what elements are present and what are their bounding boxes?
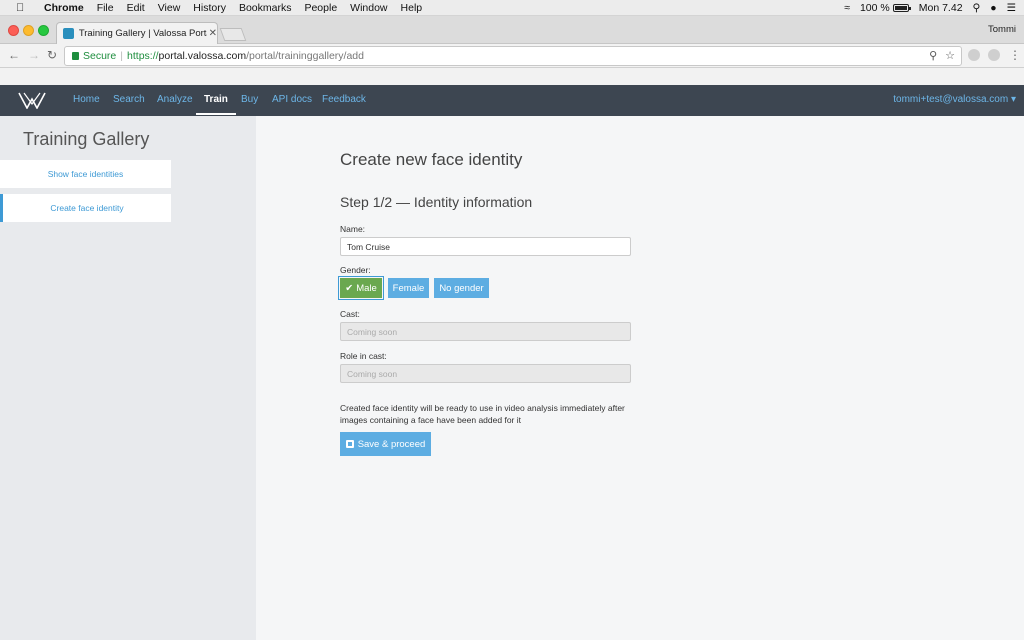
valossa-logo-icon[interactable] [18,92,46,109]
menu-help[interactable]: Help [401,2,423,14]
sidebar-item-create-face-identity[interactable]: Create face identity [0,194,171,222]
profile-button[interactable]: Tommi [988,24,1016,35]
gender-male-button[interactable]: ✔ Male [338,276,384,300]
minimize-window-button[interactable] [23,25,34,36]
save-proceed-label: Save & proceed [357,438,426,450]
extension-icon[interactable] [988,49,1000,61]
step-title: Step 1/2 — Identity information [340,194,533,210]
nav-feedback[interactable]: Feedback [322,94,366,105]
chrome-menu-icon[interactable]: ⋮ [1009,48,1021,62]
user-email: tommi+test@valossa.com [893,94,1009,105]
gender-label: Gender: [340,265,371,275]
valossa-favicon-icon [63,28,74,39]
sidebar-item-label: Show face identities [47,169,124,179]
siri-icon[interactable]: ● [990,2,996,14]
reload-icon[interactable]: ↻ [47,48,57,62]
forward-arrow-icon[interactable]: → [28,48,40,62]
menu-window[interactable]: Window [350,2,387,14]
site-navbar: Home Search Analyze Train Buy API docs F… [0,85,1024,116]
lock-icon [72,52,79,60]
bookmark-star-icon[interactable]: ☆ [945,49,955,62]
caret-down-icon: ▾ [1010,94,1016,105]
menu-history[interactable]: History [193,2,226,14]
gender-female-label: Female [392,282,425,294]
gender-none-label: No gender [439,282,484,294]
user-menu[interactable]: tommi+test@valossa.com ▾ [893,94,1016,105]
nav-train[interactable]: Train [196,94,236,115]
menu-view[interactable]: View [158,2,181,14]
sidebar-item-show-face-identities[interactable]: Show face identities [0,160,171,188]
info-note: Created face identity will be ready to u… [340,403,625,425]
spotlight-icon[interactable]: ⚲ [973,2,981,14]
battery-icon [892,4,911,13]
url-host: portal.valossa.com [158,50,247,62]
role-label: Role in cast: [340,351,387,361]
menu-chrome[interactable]: Chrome [44,2,84,14]
browser-tab[interactable]: Training Gallery | Valossa Porta ✕ [56,22,218,44]
menu-file[interactable]: File [97,2,114,14]
status-area: ≈ 100 % Mon 7.42 ⚲ ● ☰ [844,0,1016,16]
browser-toolbar: ← → ↻ Secure | https:// portal.valossa.c… [0,44,1024,68]
apple-icon[interactable]:  [16,2,30,14]
omnibox-actions: ⚲ ☆ [929,49,955,62]
new-tab-button[interactable] [219,28,247,41]
name-label: Name: [340,224,366,234]
role-input[interactable]: Coming soon [340,364,631,383]
address-bar[interactable]: Secure | https:// portal.valossa.com /po… [64,46,962,66]
zoom-icon[interactable]: ⚲ [929,49,937,62]
notification-center-icon[interactable]: ☰ [1007,2,1016,14]
cast-label: Cast: [340,309,360,319]
url-scheme: https:// [127,50,159,62]
nav-buy[interactable]: Buy [241,94,258,105]
macos-menu-bar:  Chrome File Edit View History Bookmark… [0,0,1024,16]
gender-male-label: Male [356,282,377,294]
secure-label: Secure [83,50,117,62]
menu-people[interactable]: People [304,2,337,14]
floppy-disk-icon [345,440,354,448]
nav-home[interactable]: Home [73,94,100,105]
nav-api-docs[interactable]: API docs [272,94,312,105]
sidebar: Training Gallery Show face identities Cr… [0,116,256,640]
tab-close-icon[interactable]: ✕ [209,28,217,39]
browser-gap [0,68,1024,85]
check-icon: ✔ [345,282,354,294]
back-arrow-icon[interactable]: ← [8,48,20,62]
sidebar-item-label: Create face identity [50,203,124,213]
clock[interactable]: Mon 7.42 [919,2,963,14]
menu-edit[interactable]: Edit [127,2,145,14]
page-title: Create new face identity [340,150,523,169]
menu-bookmarks[interactable]: Bookmarks [239,2,292,14]
url-path: /portal/traininggallery/add [246,50,364,62]
sidebar-title: Training Gallery [23,129,150,149]
gender-female-button[interactable]: Female [388,278,429,298]
omnibox-separator: | [120,50,124,62]
name-input[interactable]: Tom Cruise [340,237,631,256]
cast-input[interactable]: Coming soon [340,322,631,341]
nav-analyze[interactable]: Analyze [157,94,193,105]
battery-percent: 100 % [859,2,890,14]
tab-strip: Training Gallery | Valossa Porta ✕ Tommi [0,16,1024,44]
zoom-window-button[interactable] [38,25,49,36]
extension-icon[interactable] [968,49,980,61]
nav-search[interactable]: Search [113,94,145,105]
tab-title: Training Gallery | Valossa Porta [78,28,207,39]
close-window-button[interactable] [8,25,19,36]
wifi-icon[interactable]: ≈ [844,2,850,14]
save-proceed-button[interactable]: Save & proceed [340,432,431,456]
battery-status[interactable]: 100 % [859,2,911,14]
gender-none-button[interactable]: No gender [434,278,489,298]
main-content: Create new face identity Step 1/2 — Iden… [256,116,1024,640]
